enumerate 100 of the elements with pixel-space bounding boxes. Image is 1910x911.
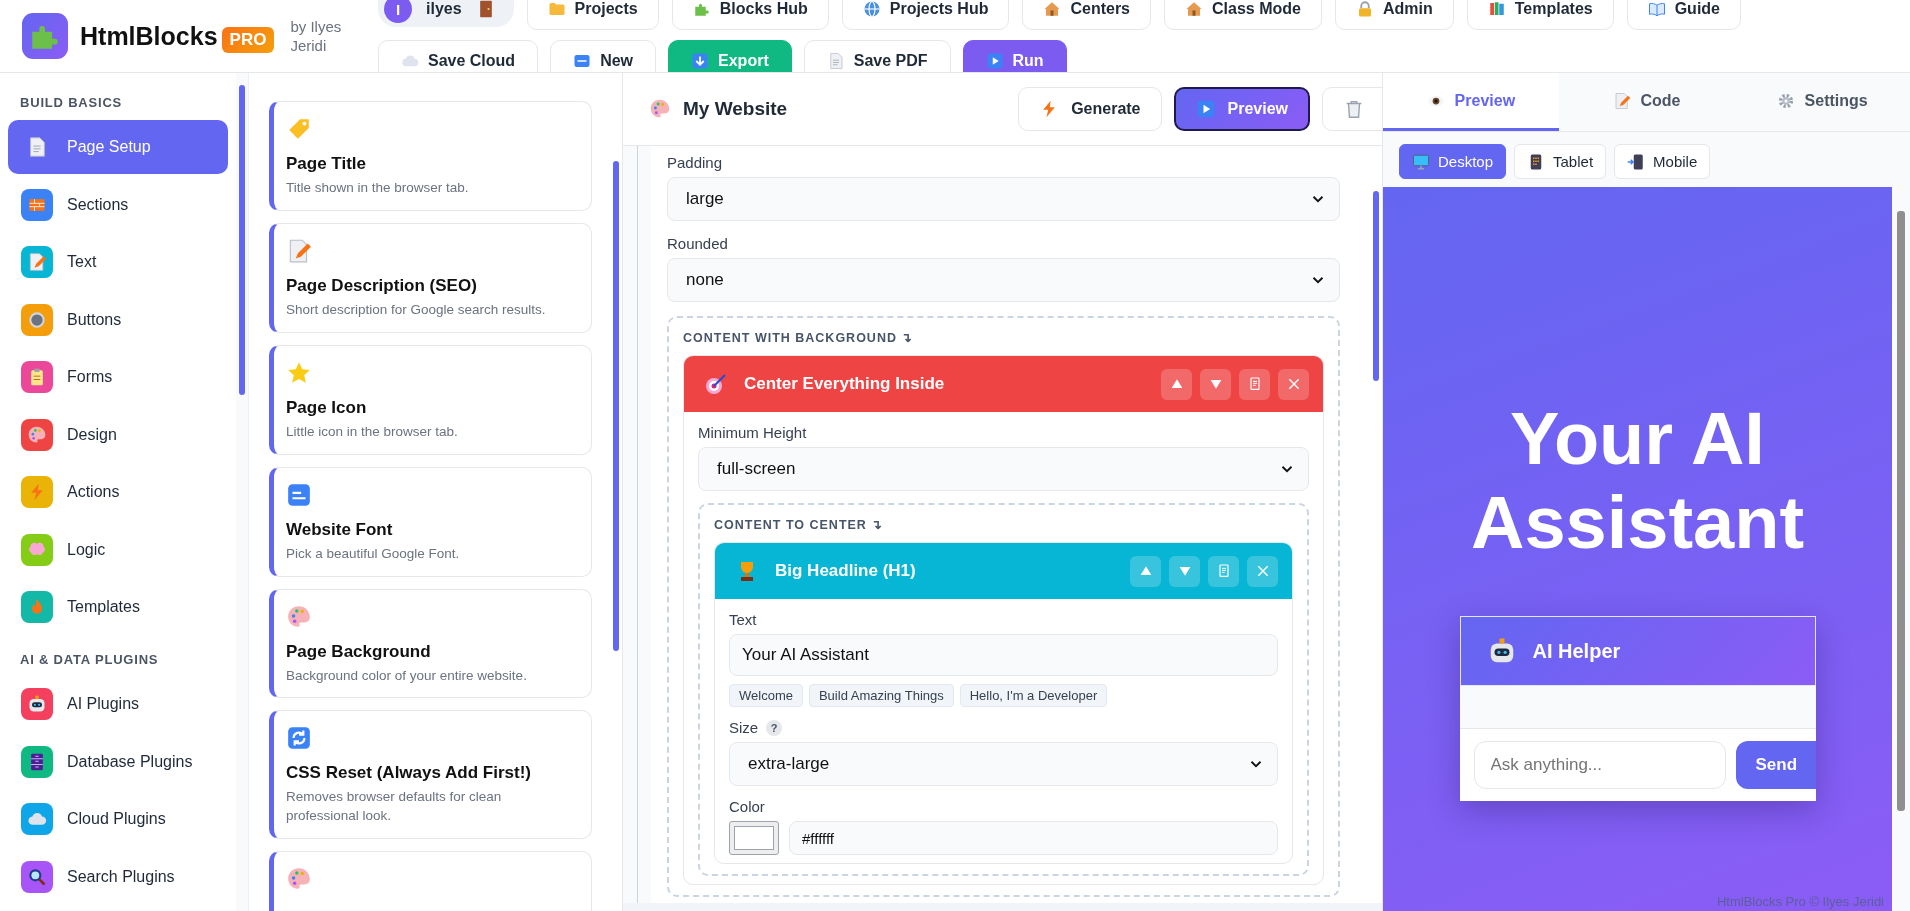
scroll-thumb[interactable] (1897, 211, 1905, 811)
move-up-button[interactable] (1161, 368, 1192, 400)
scroll-thumb[interactable] (613, 161, 619, 651)
header-button[interactable]: Preview (1173, 87, 1310, 131)
user-chip[interactable]: I ilyes (378, 0, 514, 27)
toolbar-button[interactable]: New (550, 40, 657, 72)
block-card[interactable]: Website Font Pick a beautiful Google Font. (269, 466, 592, 577)
chat-input[interactable]: Ask anything... (1473, 741, 1726, 790)
project-title: My Website (683, 98, 789, 120)
sidebar-item[interactable]: Text (8, 235, 228, 289)
sidebar-item[interactable]: Templates (8, 580, 228, 634)
help-badge[interactable]: ? (766, 719, 783, 736)
nav-button[interactable]: Projects (526, 0, 659, 30)
nav-button[interactable]: Centers (1022, 0, 1151, 30)
header-button[interactable]: Generate (1018, 87, 1162, 131)
sidebar-item[interactable]: Page Setup (8, 120, 228, 174)
block-title: Website Font (286, 519, 394, 540)
toolbar-button[interactable]: Save PDF (803, 40, 951, 72)
tab[interactable]: Code (1558, 73, 1735, 131)
send-button[interactable]: Send (1735, 741, 1816, 790)
horizontal-scrollbar[interactable] (623, 903, 1382, 911)
move-down-button[interactable] (1169, 555, 1200, 587)
text-input[interactable]: Your AI Assistant (729, 634, 1278, 676)
move-down-button[interactable] (1200, 368, 1231, 400)
play-icon (985, 52, 1004, 70)
nav-button[interactable]: Guide (1626, 0, 1741, 30)
target-icon (704, 372, 728, 396)
nav-button[interactable]: Class Mode (1164, 0, 1322, 30)
block-title: CSS Reset (Always Add First!) (286, 763, 532, 784)
field-label: Color (729, 798, 766, 815)
copy-button[interactable] (1239, 368, 1270, 400)
toolbar-button[interactable]: Run (962, 40, 1067, 72)
block-card[interactable]: Page Background Background color of your entire website. (269, 588, 592, 699)
block-card[interactable] (269, 851, 592, 911)
nav-button[interactable]: Blocks Hub (671, 0, 829, 30)
field-label: Minimum Height (698, 424, 808, 441)
container-label: CONTENT WITH BACKGROUND ↴ (683, 330, 915, 345)
block-card[interactable]: Page Title Title shown in the browser tab. (269, 101, 592, 211)
dropdown[interactable]: large (667, 177, 1340, 221)
memo-icon (1612, 91, 1631, 110)
sidebar-heading: BUILD BASICS (19, 94, 124, 112)
sidebar-heading: AI & DATA PLUGINS (19, 651, 160, 669)
dropdown[interactable]: full-screen (698, 447, 1309, 491)
sidebar-item[interactable]: Database Plugins (8, 734, 228, 789)
monitor-icon (1412, 152, 1430, 171)
sidebar-item[interactable]: Buttons (8, 292, 228, 347)
nav-button[interactable]: Templates (1466, 0, 1614, 30)
color-input[interactable]: #ffffff (789, 821, 1278, 855)
avatar: I (384, 0, 412, 23)
block-card[interactable]: CSS Reset (Always Add First!) Removes browser defaults for clean professional look. (269, 710, 592, 840)
container-label: CONTENT TO CENTER ↴ (714, 517, 885, 532)
palette-icon (649, 98, 671, 120)
device-button[interactable]: Mobile (1614, 144, 1711, 179)
field-label: Text (729, 611, 758, 628)
folder-icon (547, 0, 566, 18)
block-title: Page Background (286, 641, 432, 662)
suggestion-chip[interactable]: Welcome (729, 684, 803, 707)
block-card[interactable]: Page Description (SEO) Short description for Google search results. (269, 222, 592, 333)
scroll-thumb[interactable] (239, 85, 245, 395)
block-card[interactable]: Page Icon Little icon in the browser tab. (269, 344, 592, 455)
dropdown[interactable]: none (667, 258, 1340, 302)
move-up-button[interactable] (1130, 555, 1161, 587)
sidebar-item[interactable]: Sections (8, 177, 228, 232)
sidebar-item[interactable]: AI Plugins (8, 677, 228, 731)
dropdown[interactable]: extra-large (729, 742, 1278, 786)
sidebar-item[interactable]: Logic (8, 522, 228, 577)
remove-button[interactable] (1278, 368, 1309, 400)
block-title: Page Title (286, 154, 367, 174)
globe-icon (862, 0, 881, 18)
block-description: Removes browser defaults for clean professional look. (286, 788, 503, 826)
suggestion-chip[interactable]: Hello, I'm a Developer (959, 684, 1108, 707)
field-label: Size (729, 719, 759, 736)
nav-button[interactable]: Admin (1334, 0, 1454, 30)
tab[interactable]: Preview (1383, 73, 1559, 131)
nav-button[interactable]: Projects Hub (841, 0, 1010, 30)
logo-icon (22, 13, 68, 59)
toolbar-button[interactable]: Save Cloud (378, 40, 539, 72)
pro-badge: PRO (221, 27, 275, 53)
footer-text: HtmlBlocks Pro © Ilyes Jeridi (1716, 894, 1884, 909)
scroll-thumb[interactable] (1373, 191, 1379, 381)
logo-text: HtmlBlocks (80, 21, 218, 51)
copy-button[interactable] (1208, 555, 1239, 587)
widget-title: AI Helper (1532, 639, 1621, 663)
sidebar-item[interactable]: Cloud Plugins (8, 792, 228, 846)
sidebar-item[interactable]: Design (8, 407, 228, 462)
sidebar-item[interactable]: Search Plugins (8, 849, 228, 904)
device-button[interactable]: Desktop (1399, 144, 1507, 179)
color-swatch[interactable] (729, 821, 779, 855)
delete-button[interactable] (1322, 87, 1382, 131)
sidebar-item[interactable]: Actions (8, 465, 228, 519)
block-description: Pick a beautiful Google Font. (286, 544, 461, 563)
tab[interactable]: Settings (1734, 73, 1910, 131)
download-icon (691, 52, 710, 70)
suggestion-chip[interactable]: Build Amazing Things (808, 684, 954, 707)
byline: by Ilyes Jeridi (290, 16, 343, 56)
remove-button[interactable] (1247, 555, 1278, 587)
device-button[interactable]: Tablet (1514, 144, 1607, 179)
refresh-icon (286, 725, 312, 752)
sidebar-item[interactable]: Forms (8, 350, 228, 404)
block-description: Little icon in the browser tab. (286, 422, 459, 441)
